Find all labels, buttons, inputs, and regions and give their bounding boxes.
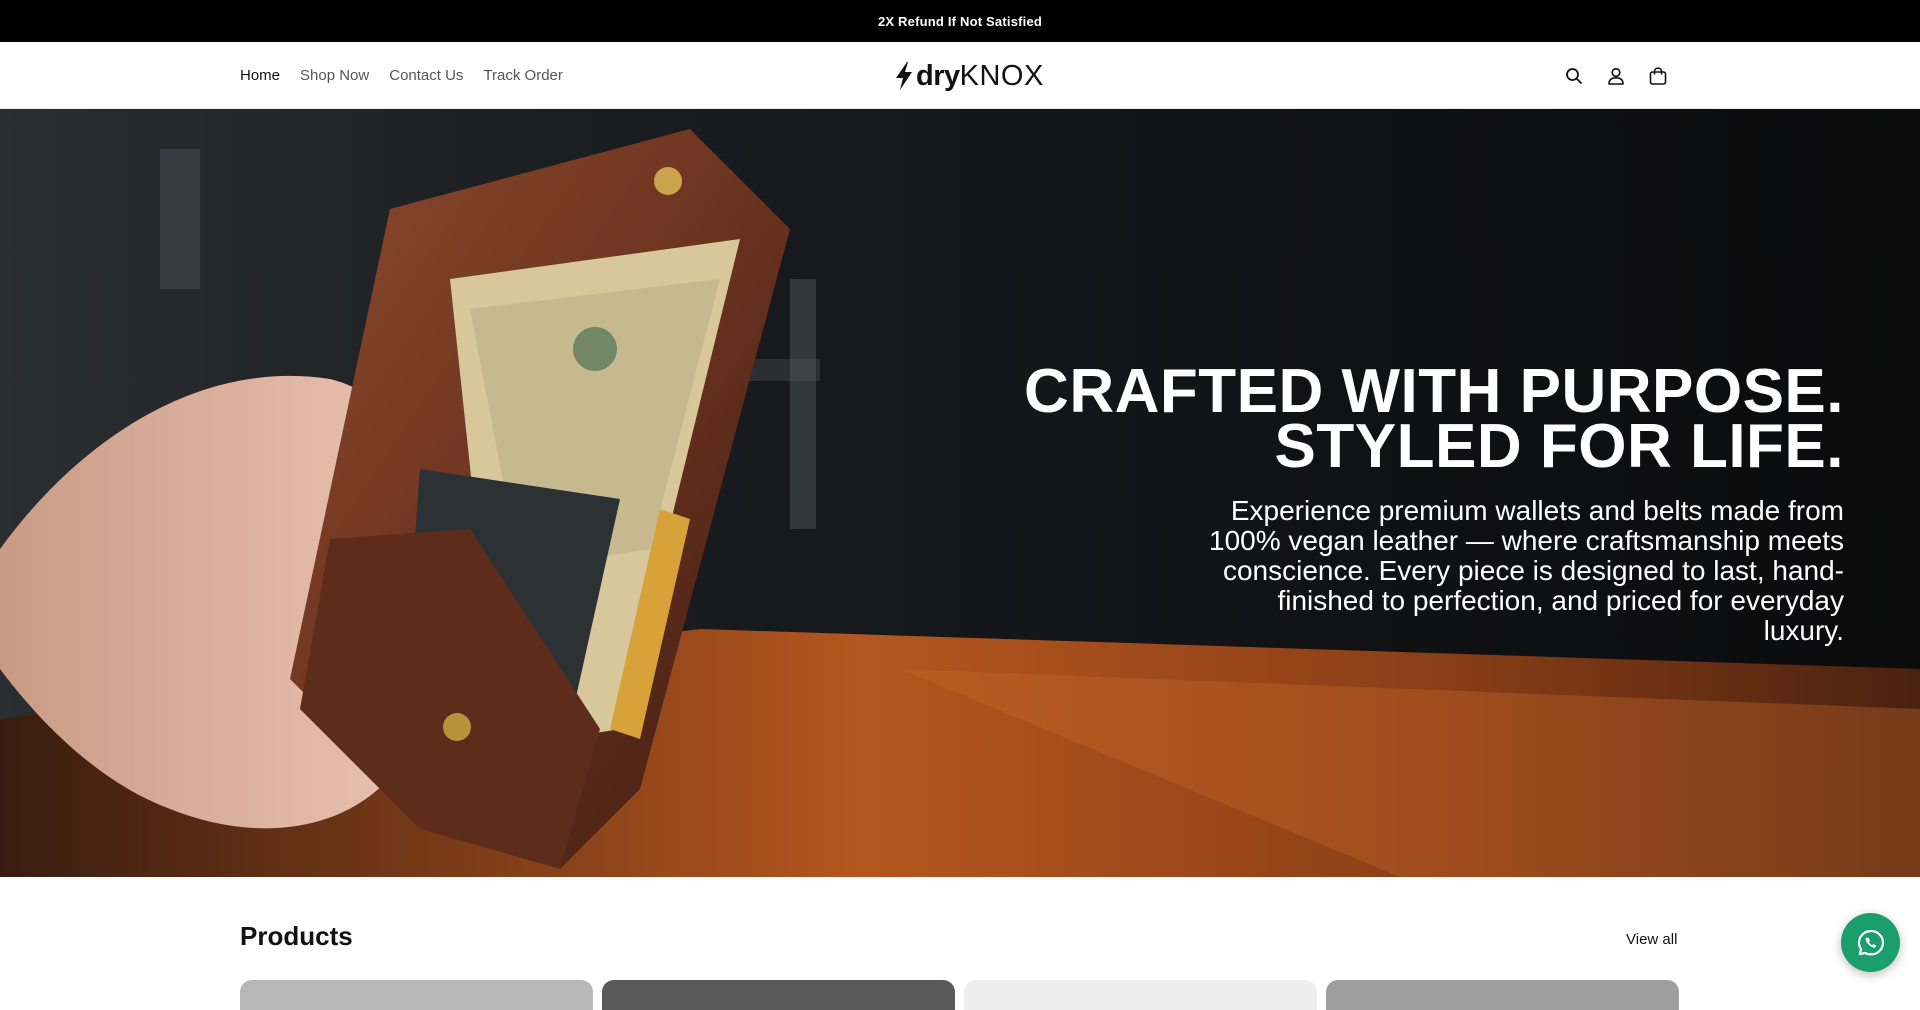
product-card[interactable] xyxy=(240,980,593,1010)
hero-subtitle: Experience premium wallets and belts mad… xyxy=(1209,495,1844,646)
nav-contact-us[interactable]: Contact Us xyxy=(389,67,463,84)
view-all-link[interactable]: View all xyxy=(1626,931,1677,948)
hero-title-line-2: STYLED FOR LIFE. xyxy=(1274,412,1844,481)
nav-shop-now[interactable]: Shop Now xyxy=(300,67,369,84)
hero-title-line-1: CRAFTED WITH PURPOSE. xyxy=(1024,357,1844,426)
header-icons xyxy=(1562,42,1670,109)
products-title: Products xyxy=(240,921,353,951)
hero-banner: CRAFTED WITH PURPOSE. STYLED FOR LIFE. E… xyxy=(0,109,1920,877)
nav-home[interactable]: Home xyxy=(240,67,280,84)
lightning-bolt-icon xyxy=(896,62,912,90)
announcement-text: 2X Refund If Not Satisfied xyxy=(877,13,1043,29)
account-icon[interactable] xyxy=(1604,64,1628,88)
hero-text-block: CRAFTED WITH PURPOSE. STYLED FOR LIFE. E… xyxy=(1024,357,1844,646)
hero-title: CRAFTED WITH PURPOSE. STYLED FOR LIFE. xyxy=(1024,357,1844,481)
logo-text-knox: KNOX xyxy=(959,59,1044,92)
site-header: Home Shop Now Contact Us Track Order dry… xyxy=(0,42,1920,109)
whatsapp-chat-button[interactable] xyxy=(1841,913,1900,972)
product-card[interactable] xyxy=(964,980,1317,1010)
search-icon[interactable] xyxy=(1562,64,1586,88)
nav-track-order[interactable]: Track Order xyxy=(483,67,562,84)
product-card[interactable] xyxy=(1326,980,1679,1010)
site-logo[interactable]: dry KNOX xyxy=(894,59,1044,93)
logo-text-dry: dry xyxy=(916,59,960,92)
main-nav: Home Shop Now Contact Us Track Order xyxy=(240,42,563,109)
whatsapp-icon xyxy=(1857,929,1884,955)
product-card[interactable] xyxy=(602,980,955,1010)
cart-icon[interactable] xyxy=(1646,64,1670,88)
products-section: Products View all xyxy=(0,877,1920,1010)
announcement-bar: 2X Refund If Not Satisfied xyxy=(0,0,1920,42)
